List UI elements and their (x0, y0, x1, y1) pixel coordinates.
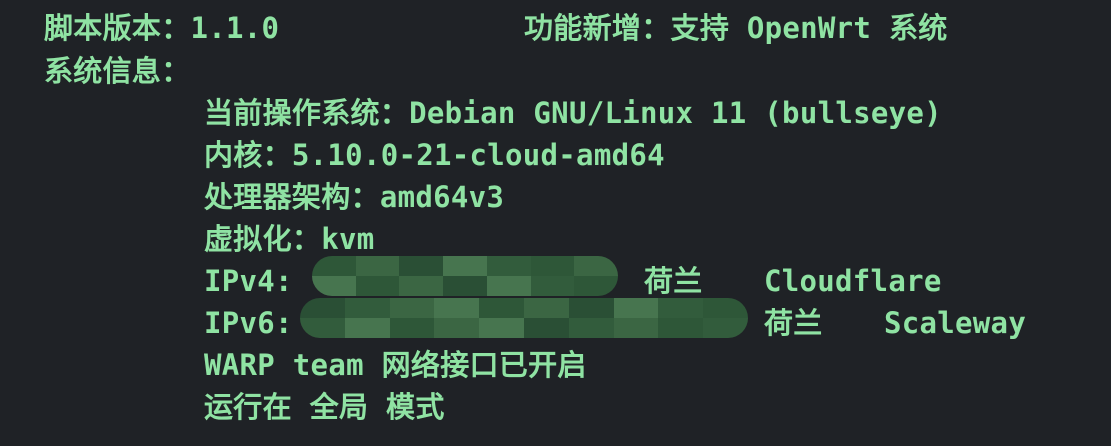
ipv4-country: 荷兰 (644, 264, 703, 298)
kernel-label: 内核： (204, 138, 292, 172)
virt-value: kvm (321, 222, 375, 256)
ipv6-country: 荷兰 (764, 306, 823, 340)
virt-label: 虚拟化： (204, 222, 322, 256)
arch-value: amd64v3 (379, 180, 505, 214)
ipv4-redaction-mask (312, 256, 618, 296)
virt-line: 虚拟化：kvm (204, 221, 374, 257)
feature-value: 支持 OpenWrt 系统 (670, 11, 948, 45)
ipv4-isp: Cloudflare (764, 264, 942, 298)
warp-status: WARP team 网络接口已开启 (204, 348, 587, 382)
ipv6-label: IPv6: (204, 306, 293, 340)
version-value: 1.1.0 (190, 11, 280, 45)
system-info-title: 系统信息： (44, 54, 191, 88)
kernel-line: 内核：5.10.0-21-cloud-amd64 (204, 137, 665, 173)
arch-label: 处理器架构： (204, 180, 380, 214)
ipv6-redaction-mask (300, 298, 748, 338)
version-label: 脚本版本： (44, 11, 191, 45)
script-version-line: 脚本版本：1.1.0 (44, 10, 279, 46)
os-label: 当前操作系统： (204, 96, 410, 130)
terminal-output: 脚本版本：1.1.0 功能新增：支持 OpenWrt 系统 系统信息： 当前操作… (0, 0, 1111, 446)
arch-line: 处理器架构：amd64v3 (204, 179, 504, 215)
os-line: 当前操作系统：Debian GNU/Linux 11 (bullseye) (204, 95, 942, 131)
feature-line: 功能新增：支持 OpenWrt 系统 (524, 10, 948, 46)
kernel-value: 5.10.0-21-cloud-amd64 (291, 138, 665, 172)
run-mode: 运行在 全局 模式 (204, 390, 445, 424)
ipv6-isp: Scaleway (884, 306, 1027, 340)
ipv4-label: IPv4: (204, 264, 293, 298)
feature-label: 功能新增： (524, 11, 671, 45)
os-value: Debian GNU/Linux 11 (bullseye) (409, 96, 942, 130)
